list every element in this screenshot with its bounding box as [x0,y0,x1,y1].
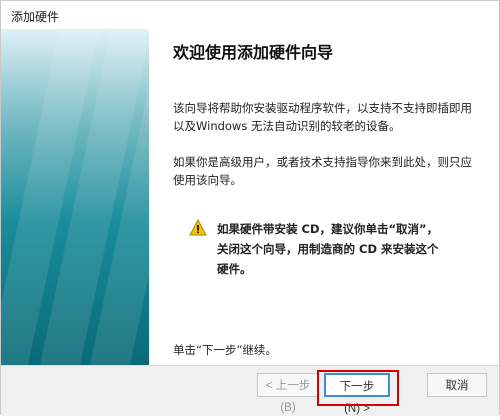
window-title: 添加硬件 [11,10,60,24]
cancel-button[interactable]: 取消 [427,373,487,397]
wizard-heading: 欢迎使用添加硬件向导 [173,43,334,62]
warning-callout: 如果硬件带安装 CD，建议你单击“取消”，关闭这个向导，用制造商的 CD 来安装… [189,218,449,279]
wizard-footer [1,366,499,416]
warning-text: 如果硬件带安装 CD，建议你单击“取消”，关闭这个向导，用制造商的 CD 来安装… [217,222,439,276]
wizard-content: 欢迎使用添加硬件向导 该向导将帮助你安装驱动程序软件，以支持不支持即插即用以及W… [149,29,499,365]
wizard-sidebar-banner [1,29,149,365]
title-bar[interactable]: 添加硬件 [1,1,499,29]
highlight-box [317,370,399,406]
intro-paragraph: 该向导将帮助你安装驱动程序软件，以支持不支持即插即用以及Windows 无法自动… [173,101,472,133]
add-hardware-wizard-window: 添加硬件 欢迎使用添加硬件向导 该向导将帮助你安装驱动程序软件，以支持不支持即插… [0,0,500,416]
warning-triangle-icon [189,218,207,237]
back-button[interactable]: < 上一步(B) [257,373,319,414]
advanced-user-paragraph: 如果你是高级用户，或者技术支持指导你来到此处，则只应使用该向导。 [173,155,472,187]
continue-hint: 单击“下一步”继续。 [173,343,277,357]
